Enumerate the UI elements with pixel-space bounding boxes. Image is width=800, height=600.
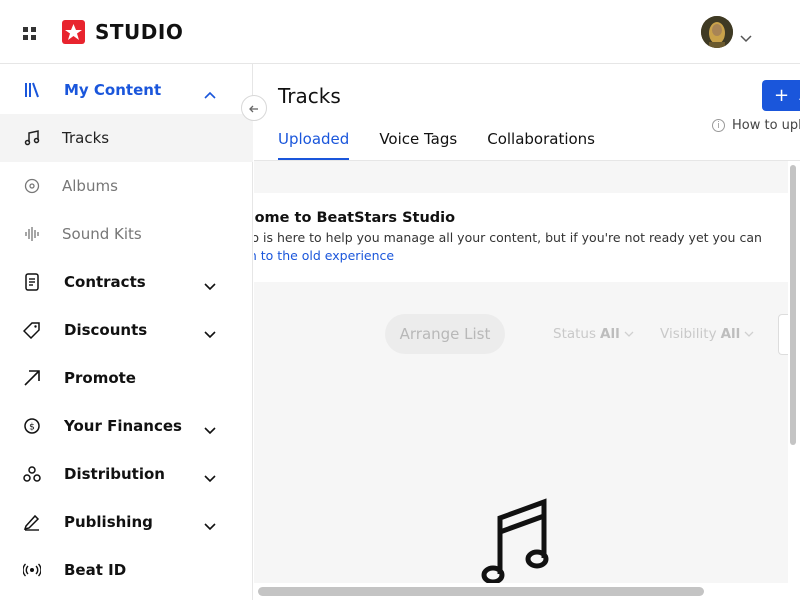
main-content: Tracks + A i How to uplo Uploaded Voice … — [254, 64, 800, 600]
sidebar-item-sound-kits[interactable]: Sound Kits — [0, 210, 253, 258]
info-icon: i — [712, 119, 725, 132]
how-to-upload-link[interactable]: i How to uplo — [712, 118, 800, 133]
music-note-icon — [22, 128, 42, 148]
sidebar-item-your-finances[interactable]: $ Your Finances — [0, 402, 253, 450]
visibility-filter-label: Visibility — [660, 326, 717, 342]
sidebar-item-tracks[interactable]: Tracks — [0, 114, 253, 162]
brand-name: STUDIO — [95, 20, 184, 44]
svg-text:$: $ — [29, 423, 35, 433]
sidebar-item-contracts[interactable]: Contracts — [0, 258, 253, 306]
sidebar-item-albums[interactable]: Albums — [0, 162, 253, 210]
top-header: STUDIO — [0, 0, 800, 64]
welcome-banner: come to BeatStars Studio dio is here to … — [254, 193, 788, 282]
status-filter-value: All — [600, 326, 620, 342]
sidebar-item-label: Tracks — [62, 129, 110, 147]
vertical-scrollbar-thumb[interactable] — [790, 165, 796, 445]
chevron-down-icon — [204, 420, 216, 439]
sidebar-item-label: Promote — [64, 369, 136, 387]
visibility-filter[interactable]: Visibility All — [660, 326, 754, 342]
disc-icon — [22, 176, 42, 196]
sidebar-item-label: Contracts — [64, 273, 146, 291]
chevron-down-icon — [204, 324, 216, 343]
sidebar-item-publishing[interactable]: Publishing — [0, 498, 253, 546]
arrow-left-icon — [249, 99, 259, 118]
sidebar-item-label: Albums — [62, 177, 118, 195]
horizontal-scrollbar-thumb[interactable] — [258, 587, 704, 596]
chevron-down-icon — [204, 276, 216, 295]
beatstars-logo-icon — [62, 20, 85, 44]
status-filter-label: Status — [553, 326, 597, 342]
sidebar: My Content Tracks Albums Sound Kits Cont… — [0, 64, 253, 600]
library-icon — [22, 80, 42, 100]
welcome-title: come to BeatStars Studio — [254, 210, 456, 226]
pen-icon — [22, 512, 42, 532]
sidebar-item-distribution[interactable]: Distribution — [0, 450, 253, 498]
chevron-down-icon — [624, 326, 634, 342]
sidebar-item-label: My Content — [64, 81, 162, 99]
status-filter[interactable]: Status All — [553, 326, 634, 342]
how-to-upload-text: How to uplo — [732, 118, 800, 133]
broadcast-icon — [22, 560, 42, 580]
dollar-coin-icon: $ — [22, 416, 42, 436]
distribution-nodes-icon — [22, 464, 42, 484]
music-note-large-icon — [480, 496, 550, 590]
chevron-down-icon[interactable] — [740, 28, 752, 47]
sidebar-item-discounts[interactable]: Discounts — [0, 306, 253, 354]
old-experience-link[interactable]: ch to the old experience — [254, 248, 394, 263]
add-track-button[interactable]: + A — [762, 80, 800, 111]
tab-collaborations[interactable]: Collaborations — [487, 130, 595, 160]
page-title: Tracks — [278, 84, 341, 108]
sidebar-item-label: Sound Kits — [62, 225, 142, 243]
chevron-down-icon — [744, 326, 754, 342]
arrow-up-right-icon — [22, 368, 42, 388]
sidebar-item-label: Discounts — [64, 321, 148, 339]
sidebar-item-label: Beat ID — [64, 561, 127, 579]
waveform-icon — [22, 224, 42, 244]
visibility-filter-value: All — [720, 326, 741, 342]
chevron-up-icon — [204, 84, 216, 103]
sidebar-item-label: Publishing — [64, 513, 153, 531]
chevron-down-icon — [204, 516, 216, 535]
arrange-list-button[interactable]: Arrange List — [385, 314, 505, 354]
document-icon — [22, 272, 42, 292]
tag-icon — [22, 320, 42, 340]
avatar[interactable] — [701, 16, 733, 48]
sidebar-item-label: Your Finances — [64, 417, 182, 435]
studio-logo[interactable]: STUDIO — [62, 20, 183, 44]
sidebar-collapse-button[interactable] — [241, 95, 267, 121]
chevron-down-icon — [204, 468, 216, 487]
plus-icon: + — [774, 84, 790, 106]
tab-voice-tags[interactable]: Voice Tags — [379, 130, 457, 160]
welcome-body: dio is here to help you manage all your … — [254, 230, 762, 245]
sidebar-item-label: Distribution — [64, 465, 165, 483]
sidebar-item-promote[interactable]: Promote — [0, 354, 253, 402]
content-tabs: Uploaded Voice Tags Collaborations — [278, 130, 625, 160]
sidebar-item-beat-id[interactable]: Beat ID — [0, 546, 253, 594]
apps-grid-icon[interactable] — [22, 26, 38, 40]
tab-uploaded[interactable]: Uploaded — [278, 130, 350, 160]
sidebar-item-my-content[interactable]: My Content — [0, 66, 253, 114]
